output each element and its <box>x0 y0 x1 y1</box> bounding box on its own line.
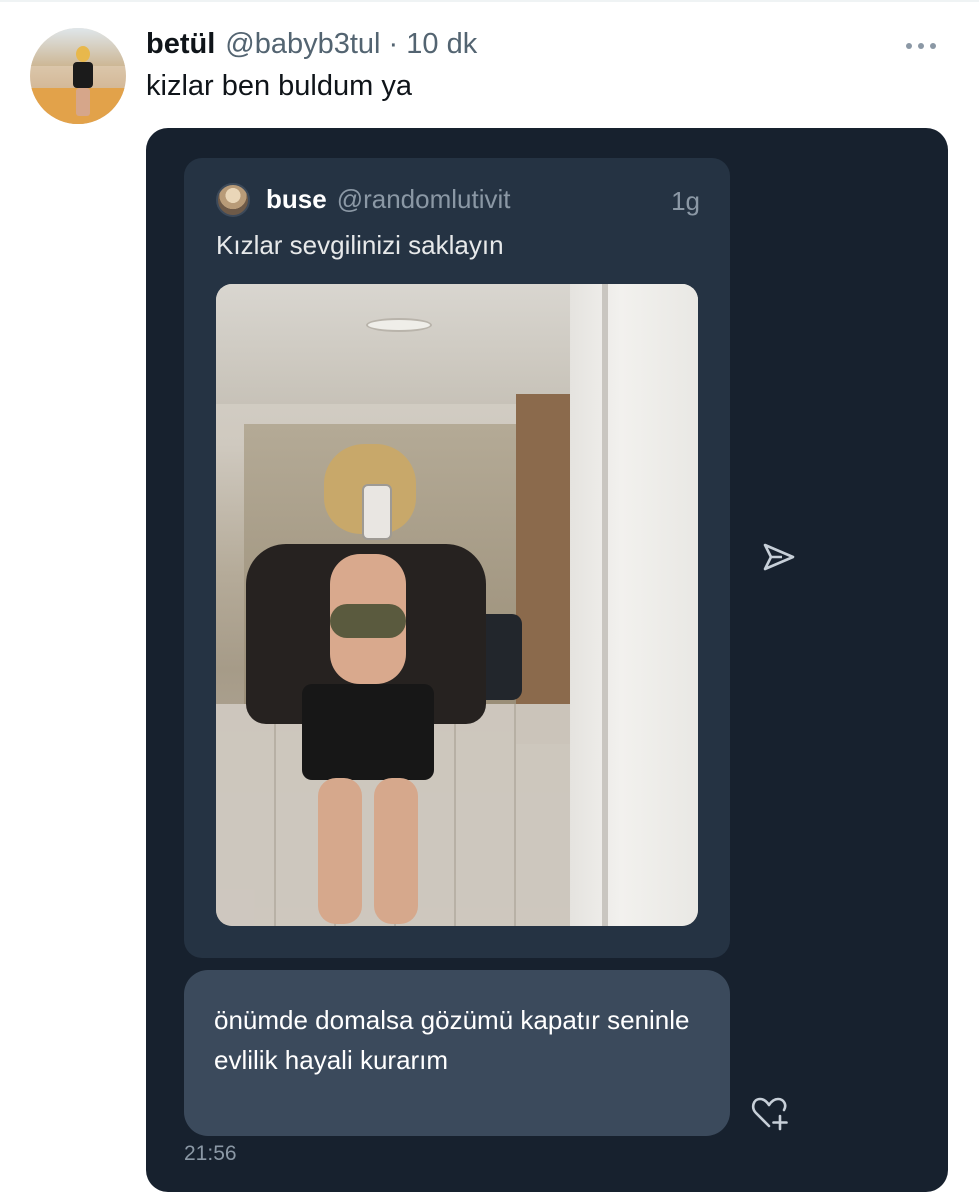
author-avatar[interactable] <box>30 28 126 124</box>
attached-dm-screenshot[interactable]: buse @randomlutivit 1g Kızlar sevgiliniz… <box>146 128 948 1192</box>
dm-message-time: 21:56 <box>184 1142 237 1165</box>
share-icon[interactable] <box>762 542 796 572</box>
top-divider <box>0 0 979 2</box>
quoted-text: Kızlar sevgilinizi saklayın <box>216 230 504 260</box>
quoted-header: buse @randomlutivit <box>266 184 510 215</box>
quoted-avatar <box>216 183 250 217</box>
react-heart-plus-icon[interactable] <box>750 1094 790 1132</box>
dm-message-bubble: önümde domalsa gözümü kapatır seninle ev… <box>184 970 730 1136</box>
dm-message-text: önümde domalsa gözümü kapatır seninle ev… <box>214 1005 690 1075</box>
tweet-author-line: betül @babyb3tul · 10 dk <box>146 28 477 60</box>
quoted-name: buse <box>266 184 327 214</box>
author-name[interactable]: betül <box>146 28 215 61</box>
quoted-photo <box>216 284 698 926</box>
more-icon[interactable] <box>906 40 946 52</box>
tweet-page: betül @babyb3tul · 10 dk kizlar ben buld… <box>0 0 979 1200</box>
quoted-time: 1g <box>671 186 700 216</box>
shared-tweet-card: buse @randomlutivit 1g Kızlar sevgiliniz… <box>184 158 730 958</box>
tweet-text: kizlar ben buldum ya <box>146 70 412 102</box>
quoted-handle: @randomlutivit <box>336 184 511 214</box>
author-handle-time[interactable]: @babyb3tul · 10 dk <box>225 28 477 61</box>
